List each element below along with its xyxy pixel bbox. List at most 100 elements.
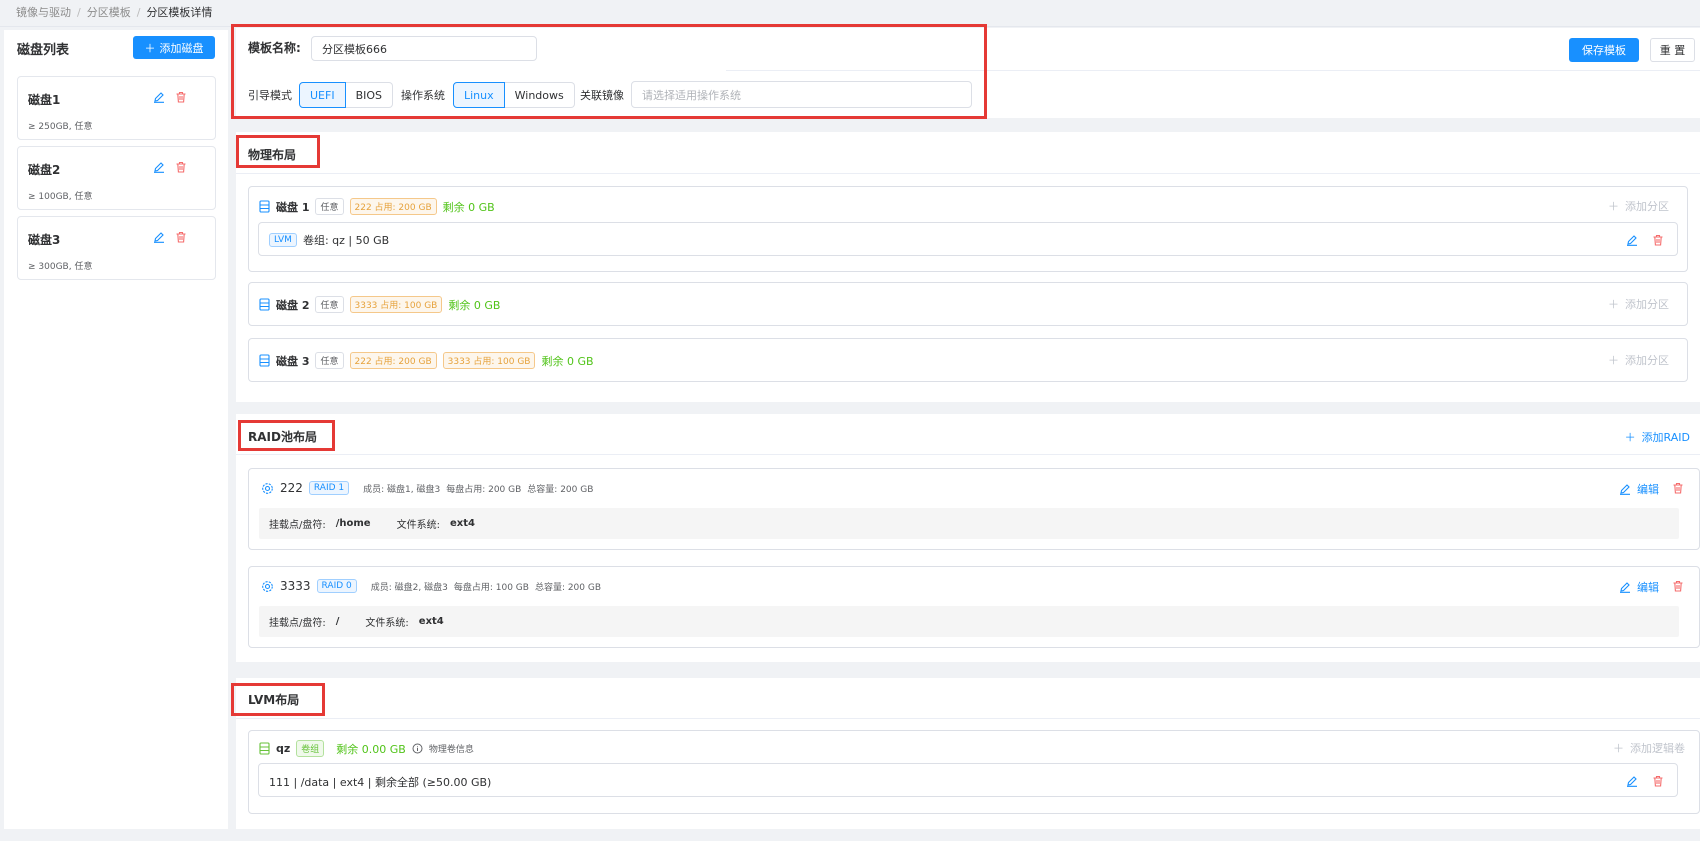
raid-layout-title: RAID池布局: [248, 430, 317, 444]
edit-raid-button[interactable]: 编辑: [1619, 579, 1659, 595]
disk-info: ≥ 100GB, 任意: [28, 192, 93, 202]
add-partition-label: 添加分区: [1625, 200, 1669, 213]
mount-value: /: [335, 616, 340, 627]
disk-name: 磁盘 3: [276, 354, 310, 368]
partition-row: LVM 卷组: qz | 50 GB: [258, 222, 1678, 256]
add-lv-label: 添加逻辑卷: [1630, 742, 1685, 755]
mount-label: 挂载点/盘符:: [269, 618, 326, 629]
add-partition-button[interactable]: ＋ 添加分区: [1608, 296, 1669, 312]
disk-icon: [259, 354, 270, 367]
save-template-button[interactable]: 保存模板: [1569, 38, 1639, 62]
top-divider: [0, 26, 1700, 27]
vg-remaining: 剩余 0.00 GB: [336, 742, 406, 756]
pv-info-label[interactable]: 物理卷信息: [429, 742, 474, 755]
delete-icon[interactable]: [1651, 233, 1665, 247]
fs-label: 文件系统:: [365, 618, 409, 629]
raid-level-tag: RAID 0: [316, 579, 357, 593]
boot-option-uefi[interactable]: UEFI: [299, 82, 346, 108]
add-raid-button[interactable]: ＋ 添加RAID: [1625, 429, 1690, 445]
disk-icon: [259, 298, 270, 311]
fs-value: ext4: [418, 616, 444, 627]
edit-icon[interactable]: [1625, 233, 1639, 247]
os-label: 操作系统: [401, 89, 445, 102]
edit-label: 编辑: [1637, 581, 1659, 594]
lvm-layout-card: LVM布局 qz 卷组 剩余 0.00 GB 物理卷信息 ＋ 添加逻辑卷 111 …: [236, 678, 1700, 829]
disk-list-panel: 磁盘列表 ＋添加磁盘 磁盘1 ≥ 250GB, 任意 磁盘2 ≥ 100GB, …: [4, 30, 228, 829]
delete-icon[interactable]: [174, 90, 188, 104]
add-partition-button[interactable]: ＋ 添加分区: [1608, 352, 1669, 368]
raid-level-tag: RAID 1: [308, 481, 350, 495]
vg-tag: 卷组: [296, 740, 325, 757]
raid-pool-box: 222 RAID 1 成员: 磁盘1, 磁盘3 每盘占用: 200 GB 总容量…: [248, 468, 1700, 550]
disk-name: 磁盘1: [28, 93, 61, 107]
raid-members: 成员: 磁盘2, 磁盘3: [370, 582, 448, 593]
template-form-card: 模板名称: 分区模板666 引导模式 UEFI BIOS 操作系统 Linux Wi…: [236, 28, 1700, 118]
os-option-windows[interactable]: Windows: [504, 82, 575, 108]
settings-icon: [262, 482, 273, 494]
template-name-input[interactable]: 分区模板666: [311, 36, 537, 61]
disk-layout-box: 磁盘 1 任意 222 占用: 200 GB 剩余 0 GB ＋ 添加分区 LVM…: [248, 186, 1688, 272]
disk-name: 磁盘2: [28, 163, 61, 177]
raid-pool-box: 3333 RAID 0 成员: 磁盘2, 磁盘3 每盘占用: 100 GB 总容…: [248, 566, 1700, 648]
disk-layout-box: 磁盘 2 任意 3333 占用: 100 GB 剩余 0 GB ＋ 添加分区: [248, 282, 1688, 326]
raid-pool-header: 222 RAID 1 成员: 磁盘1, 磁盘3 每盘占用: 200 GB 总容量…: [261, 481, 593, 495]
delete-icon[interactable]: [174, 160, 188, 174]
raid-name: 3333: [280, 579, 311, 593]
os-toggle: Linux Windows: [453, 82, 575, 108]
raid-mount-info: 挂载点/盘符: /home 文件系统: ext4: [259, 508, 1679, 539]
raid-total: 总容量: 200 GB: [534, 582, 602, 593]
disk-type-tag: 任意: [315, 296, 344, 313]
edit-icon[interactable]: [1625, 774, 1639, 788]
raid-per-disk: 每盘占用: 100 GB: [453, 582, 529, 593]
delete-icon[interactable]: [1671, 579, 1685, 593]
delete-icon[interactable]: [174, 230, 188, 244]
usage-tag: 3333 占用: 100 GB: [349, 296, 443, 313]
volume-group-box: qz 卷组 剩余 0.00 GB 物理卷信息 ＋ 添加逻辑卷 111 | /dat…: [248, 730, 1700, 814]
remaining-text: 剩余 0 GB: [541, 354, 594, 368]
edit-icon[interactable]: [152, 160, 166, 174]
edit-icon[interactable]: [152, 230, 166, 244]
logical-volume-row: 111 | /data | ext4 | 剩余全部 (≥50.00 GB): [258, 763, 1678, 797]
boot-option-bios[interactable]: BIOS: [345, 82, 394, 108]
disk-icon: [259, 200, 270, 213]
delete-icon[interactable]: [1651, 774, 1665, 788]
reset-button[interactable]: 重 置: [1650, 38, 1695, 62]
mount-label: 挂载点/盘符:: [269, 520, 326, 531]
info-icon[interactable]: [412, 743, 423, 754]
plus-icon: ＋: [1613, 742, 1624, 755]
volume-group-icon: [259, 742, 270, 755]
settings-icon: [262, 580, 273, 592]
disk-card[interactable]: 磁盘3 ≥ 300GB, 任意: [17, 216, 216, 280]
image-select[interactable]: 请选择适用操作系统: [631, 81, 972, 108]
breadcrumb: 镜像与驱动 / 分区模板 / 分区模板详情: [16, 6, 213, 19]
template-name-label: 模板名称:: [248, 41, 301, 55]
breadcrumb-templates[interactable]: 分区模板: [87, 6, 131, 19]
boot-mode-label: 引导模式: [248, 89, 292, 102]
edit-raid-button[interactable]: 编辑: [1619, 481, 1659, 497]
edit-icon[interactable]: [152, 90, 166, 104]
disk-card[interactable]: 磁盘1 ≥ 250GB, 任意: [17, 76, 216, 140]
plus-icon: ＋: [1608, 200, 1619, 213]
delete-icon[interactable]: [1671, 481, 1685, 495]
disk-header: 磁盘 1 任意 222 占用: 200 GB 剩余 0 GB: [259, 198, 495, 215]
add-lv-button[interactable]: ＋ 添加逻辑卷: [1613, 740, 1685, 756]
disk-name: 磁盘 1: [276, 200, 310, 214]
plus-icon: ＋: [1608, 298, 1619, 311]
disk-card[interactable]: 磁盘2 ≥ 100GB, 任意: [17, 146, 216, 210]
breadcrumb-current: 分区模板详情: [146, 6, 213, 19]
lvm-layout-title: LVM布局: [248, 693, 300, 707]
add-disk-button[interactable]: ＋添加磁盘: [133, 36, 215, 59]
add-partition-button[interactable]: ＋ 添加分区: [1608, 198, 1669, 214]
raid-layout-card: RAID池布局 ＋ 添加RAID 222 RAID 1 成员: 磁盘1, 磁盘3 …: [236, 414, 1700, 662]
edit-icon: [1620, 582, 1630, 593]
partition-text: 卷组: qz | 50 GB: [302, 234, 390, 247]
os-option-linux[interactable]: Linux: [453, 82, 505, 108]
add-partition-label: 添加分区: [1625, 298, 1669, 311]
physical-layout-card: 物理布局 磁盘 1 任意 222 占用: 200 GB 剩余 0 GB ＋ 添加分…: [236, 132, 1700, 402]
remaining-text: 剩余 0 GB: [442, 200, 495, 214]
section-divider: [236, 173, 1700, 174]
disk-type-tag: 任意: [315, 352, 344, 369]
fs-label: 文件系统:: [396, 520, 440, 531]
breadcrumb-images[interactable]: 镜像与驱动: [16, 6, 71, 19]
boot-mode-toggle: UEFI BIOS: [299, 82, 394, 108]
